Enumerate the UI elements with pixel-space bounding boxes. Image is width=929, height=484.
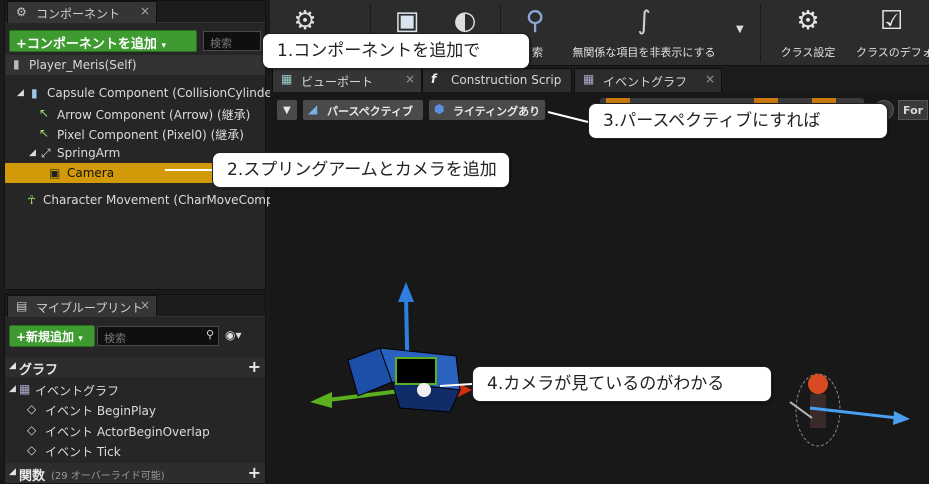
pointer-line bbox=[547, 111, 589, 123]
pointer-line bbox=[439, 383, 473, 387]
callout-pointers bbox=[165, 111, 589, 387]
